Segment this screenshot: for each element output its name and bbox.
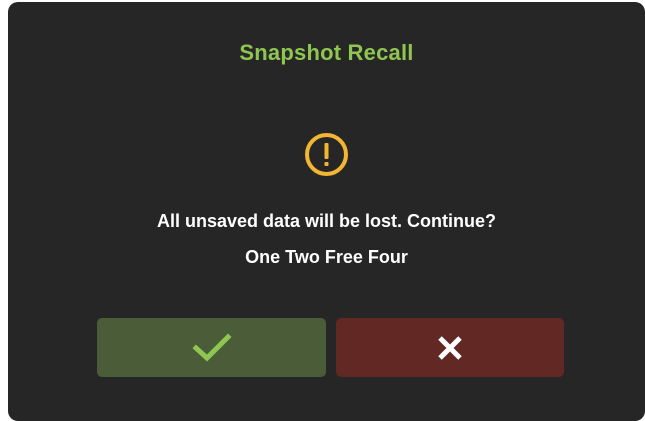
- dialog-subtext: One Two Free Four: [245, 247, 408, 267]
- cancel-button[interactable]: [336, 318, 564, 377]
- confirm-button[interactable]: [97, 318, 326, 377]
- dialog-message: All unsaved data will be lost. Continue?: [156, 211, 497, 231]
- close-icon: [436, 334, 464, 362]
- checkmark-icon: [191, 332, 232, 363]
- snapshot-recall-dialog: Snapshot Recall All unsaved data will be…: [8, 2, 645, 421]
- dialog-title: Snapshot Recall: [239, 40, 414, 65]
- warning-icon: [304, 132, 349, 177]
